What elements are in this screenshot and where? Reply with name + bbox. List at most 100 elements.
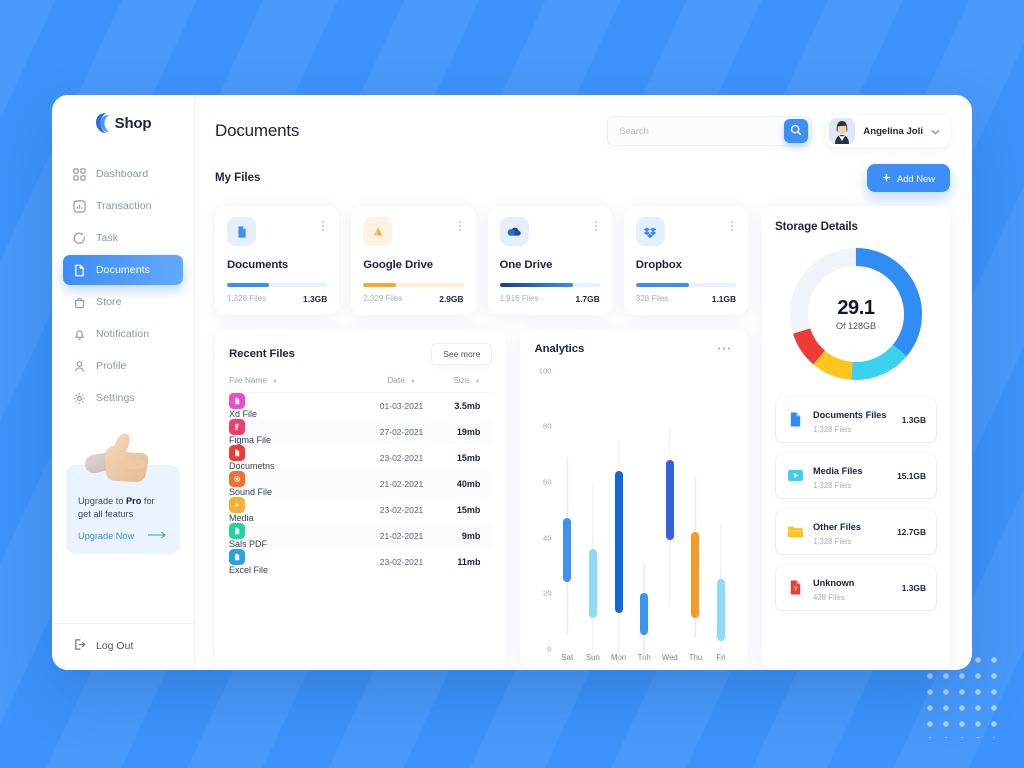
storage-progress-bar (499, 283, 600, 287)
logout-label: Log Out (96, 640, 134, 652)
file-card-size: 1.3GB (303, 293, 328, 304)
x-tick: Wed (661, 653, 678, 662)
card-menu-button[interactable] (728, 217, 736, 235)
topbar: Documents Search Angelina Joli (195, 95, 972, 147)
file-date: 27-02-2021 (379, 426, 424, 437)
file-card-count: 328 Files (635, 294, 669, 303)
document-icon (73, 264, 86, 277)
recent-files-title: Recent Files (229, 347, 295, 360)
sidebar-item-label: Transaction (96, 200, 152, 212)
grid-icon (73, 167, 86, 181)
file-card-documents[interactable]: Documents 1,328 Files 1.3GB (215, 206, 340, 315)
y-tick: 40 (542, 533, 552, 543)
column-date[interactable]: Date ▼ (366, 375, 437, 393)
search-button[interactable] (784, 119, 809, 143)
file-card-size: 2.9GB (439, 293, 464, 304)
storage-breakdown-list: Documents Files 1,328 Files 1.3GB Media … (775, 396, 937, 611)
storage-progress-bar (635, 283, 736, 287)
unknown-file-icon: ? (786, 579, 804, 597)
add-new-button[interactable]: Add New (866, 164, 950, 192)
sidebar-item-dashboard[interactable]: Dashboard (63, 159, 183, 189)
donut-center-label: 29.1 Of 128GB (812, 270, 900, 358)
storage-details-panel: Storage Details 29.1 Of 128GB Documents … (762, 206, 950, 670)
storage-item-size: 15.1GB (897, 470, 926, 481)
bell-icon (73, 328, 86, 341)
file-card-count: 1,328 Files (227, 294, 267, 303)
folder-icon (786, 523, 804, 541)
excel-file-icon (229, 548, 245, 565)
file-size: 11mb (457, 556, 481, 567)
storage-item-count: 428 Files (813, 593, 845, 602)
storage-item-documents-files[interactable]: Documents Files 1,328 Files 1.3GB (775, 396, 937, 443)
column-size[interactable]: Size ▼ (437, 375, 492, 393)
upgrade-now-button[interactable]: Upgrade Now (78, 531, 168, 541)
dropbox-icon (635, 217, 665, 246)
table-row[interactable]: Media 23-02-2021 15mb (229, 496, 492, 523)
sidebar-item-notification[interactable]: Notification (63, 319, 183, 349)
storage-item-other-files[interactable]: Other Files 1,328 Files 12.7GB (775, 508, 937, 555)
candle-tuh[interactable] (633, 371, 655, 661)
chart-plot (554, 371, 734, 669)
table-row[interactable]: Sound File 21-02-2021 40mb (229, 470, 493, 497)
file-card-size: 1.7GB (575, 293, 600, 304)
sidebar-item-settings[interactable]: Settings (63, 383, 183, 413)
caret-down-icon: ▼ (474, 378, 481, 385)
search-input[interactable] (619, 126, 785, 136)
file-card-dropbox[interactable]: Dropbox 328 Files 1.1GB (623, 206, 748, 315)
sidebar-item-profile[interactable]: Profile (63, 351, 183, 381)
logout-icon (73, 638, 86, 654)
candle-sun[interactable] (582, 371, 604, 655)
sidebar-item-label: Profile (96, 360, 127, 372)
storage-item-media-files[interactable]: Media Files 1,328 Files 15.1GB (775, 452, 937, 499)
card-menu-button[interactable] (456, 217, 464, 235)
storage-item-title: Documents Files (813, 410, 887, 420)
see-more-button[interactable]: See more (431, 342, 493, 365)
profile-menu[interactable]: Angelina Joli (826, 115, 950, 147)
candle-fri[interactable] (710, 371, 732, 669)
logout-button[interactable]: Log Out (52, 623, 194, 670)
file-card-one-drive[interactable]: One Drive 1,916 Files 1.7GB (487, 206, 612, 315)
file-date: 21-02-2021 (379, 530, 424, 541)
card-menu-button[interactable] (319, 217, 327, 235)
candle-sat[interactable] (556, 371, 578, 650)
storage-item-count: 1,328 Files (813, 481, 852, 490)
file-size: 3.5mb (454, 400, 481, 411)
brand-logo[interactable]: Shop (52, 113, 194, 133)
table-row[interactable]: Excel File 23-02-2021 11mb (229, 548, 492, 575)
storage-item-count: 1,328 Files (813, 425, 852, 434)
file-card-name: Documents (227, 259, 289, 271)
sidebar-item-task[interactable]: Task (63, 223, 183, 253)
sidebar-item-store[interactable]: Store (63, 287, 183, 317)
arrow-right-icon (148, 531, 168, 541)
file-date: 23-02-2021 (379, 556, 424, 567)
google-drive-icon (363, 217, 393, 246)
shop-logo-icon (95, 113, 112, 133)
column-file-name[interactable]: File Name ▼ (229, 375, 366, 393)
sidebar-item-documents[interactable]: Documents (63, 255, 183, 285)
file-card-google-drive[interactable]: Google Drive 2,329 Files 2.9GB (351, 206, 476, 315)
recent-files-panel: Recent Files See more File Name ▼ Date ▼ S… (215, 328, 507, 670)
candle-thu[interactable] (685, 371, 707, 650)
storage-progress-bar (227, 283, 328, 287)
x-tick: Sat (561, 653, 574, 662)
storage-item-unknown[interactable]: ? Unknown 428 Files 1.3GB (775, 564, 937, 611)
sidebar-item-label: Documents (96, 264, 151, 276)
candle-mon[interactable] (608, 371, 630, 666)
candle-wed[interactable] (659, 371, 681, 650)
table-row[interactable]: Sals PDF 21-02-2021 9mb (229, 522, 493, 549)
sidebar-item-label: Task (96, 232, 118, 244)
card-menu-button[interactable] (592, 217, 600, 235)
app-window: Shop Dashboard Transaction Task Document… (52, 95, 972, 670)
file-name: Sound File (229, 486, 273, 497)
file-source-cards: Documents 1,328 Files 1.3GB Google Drive… (215, 206, 748, 315)
table-row[interactable]: Figma File 27-02-2021 19mb (229, 418, 493, 445)
y-tick: 20 (542, 588, 552, 598)
content-area: Documents 1,328 Files 1.3GB Google Drive… (195, 192, 972, 670)
sidebar-item-transaction[interactable]: Transaction (63, 191, 183, 221)
file-date: 23-02-2021 (379, 504, 424, 515)
table-row[interactable]: Xd File 01-03-2021 3.5mb (229, 392, 492, 419)
table-row[interactable]: Documetns 23-02-2021 15mb (229, 444, 492, 471)
sidebar-nav: Dashboard Transaction Task Documents Sto… (52, 159, 194, 413)
ellipsis-icon[interactable] (714, 343, 735, 354)
file-card-name: Google Drive (363, 259, 433, 271)
